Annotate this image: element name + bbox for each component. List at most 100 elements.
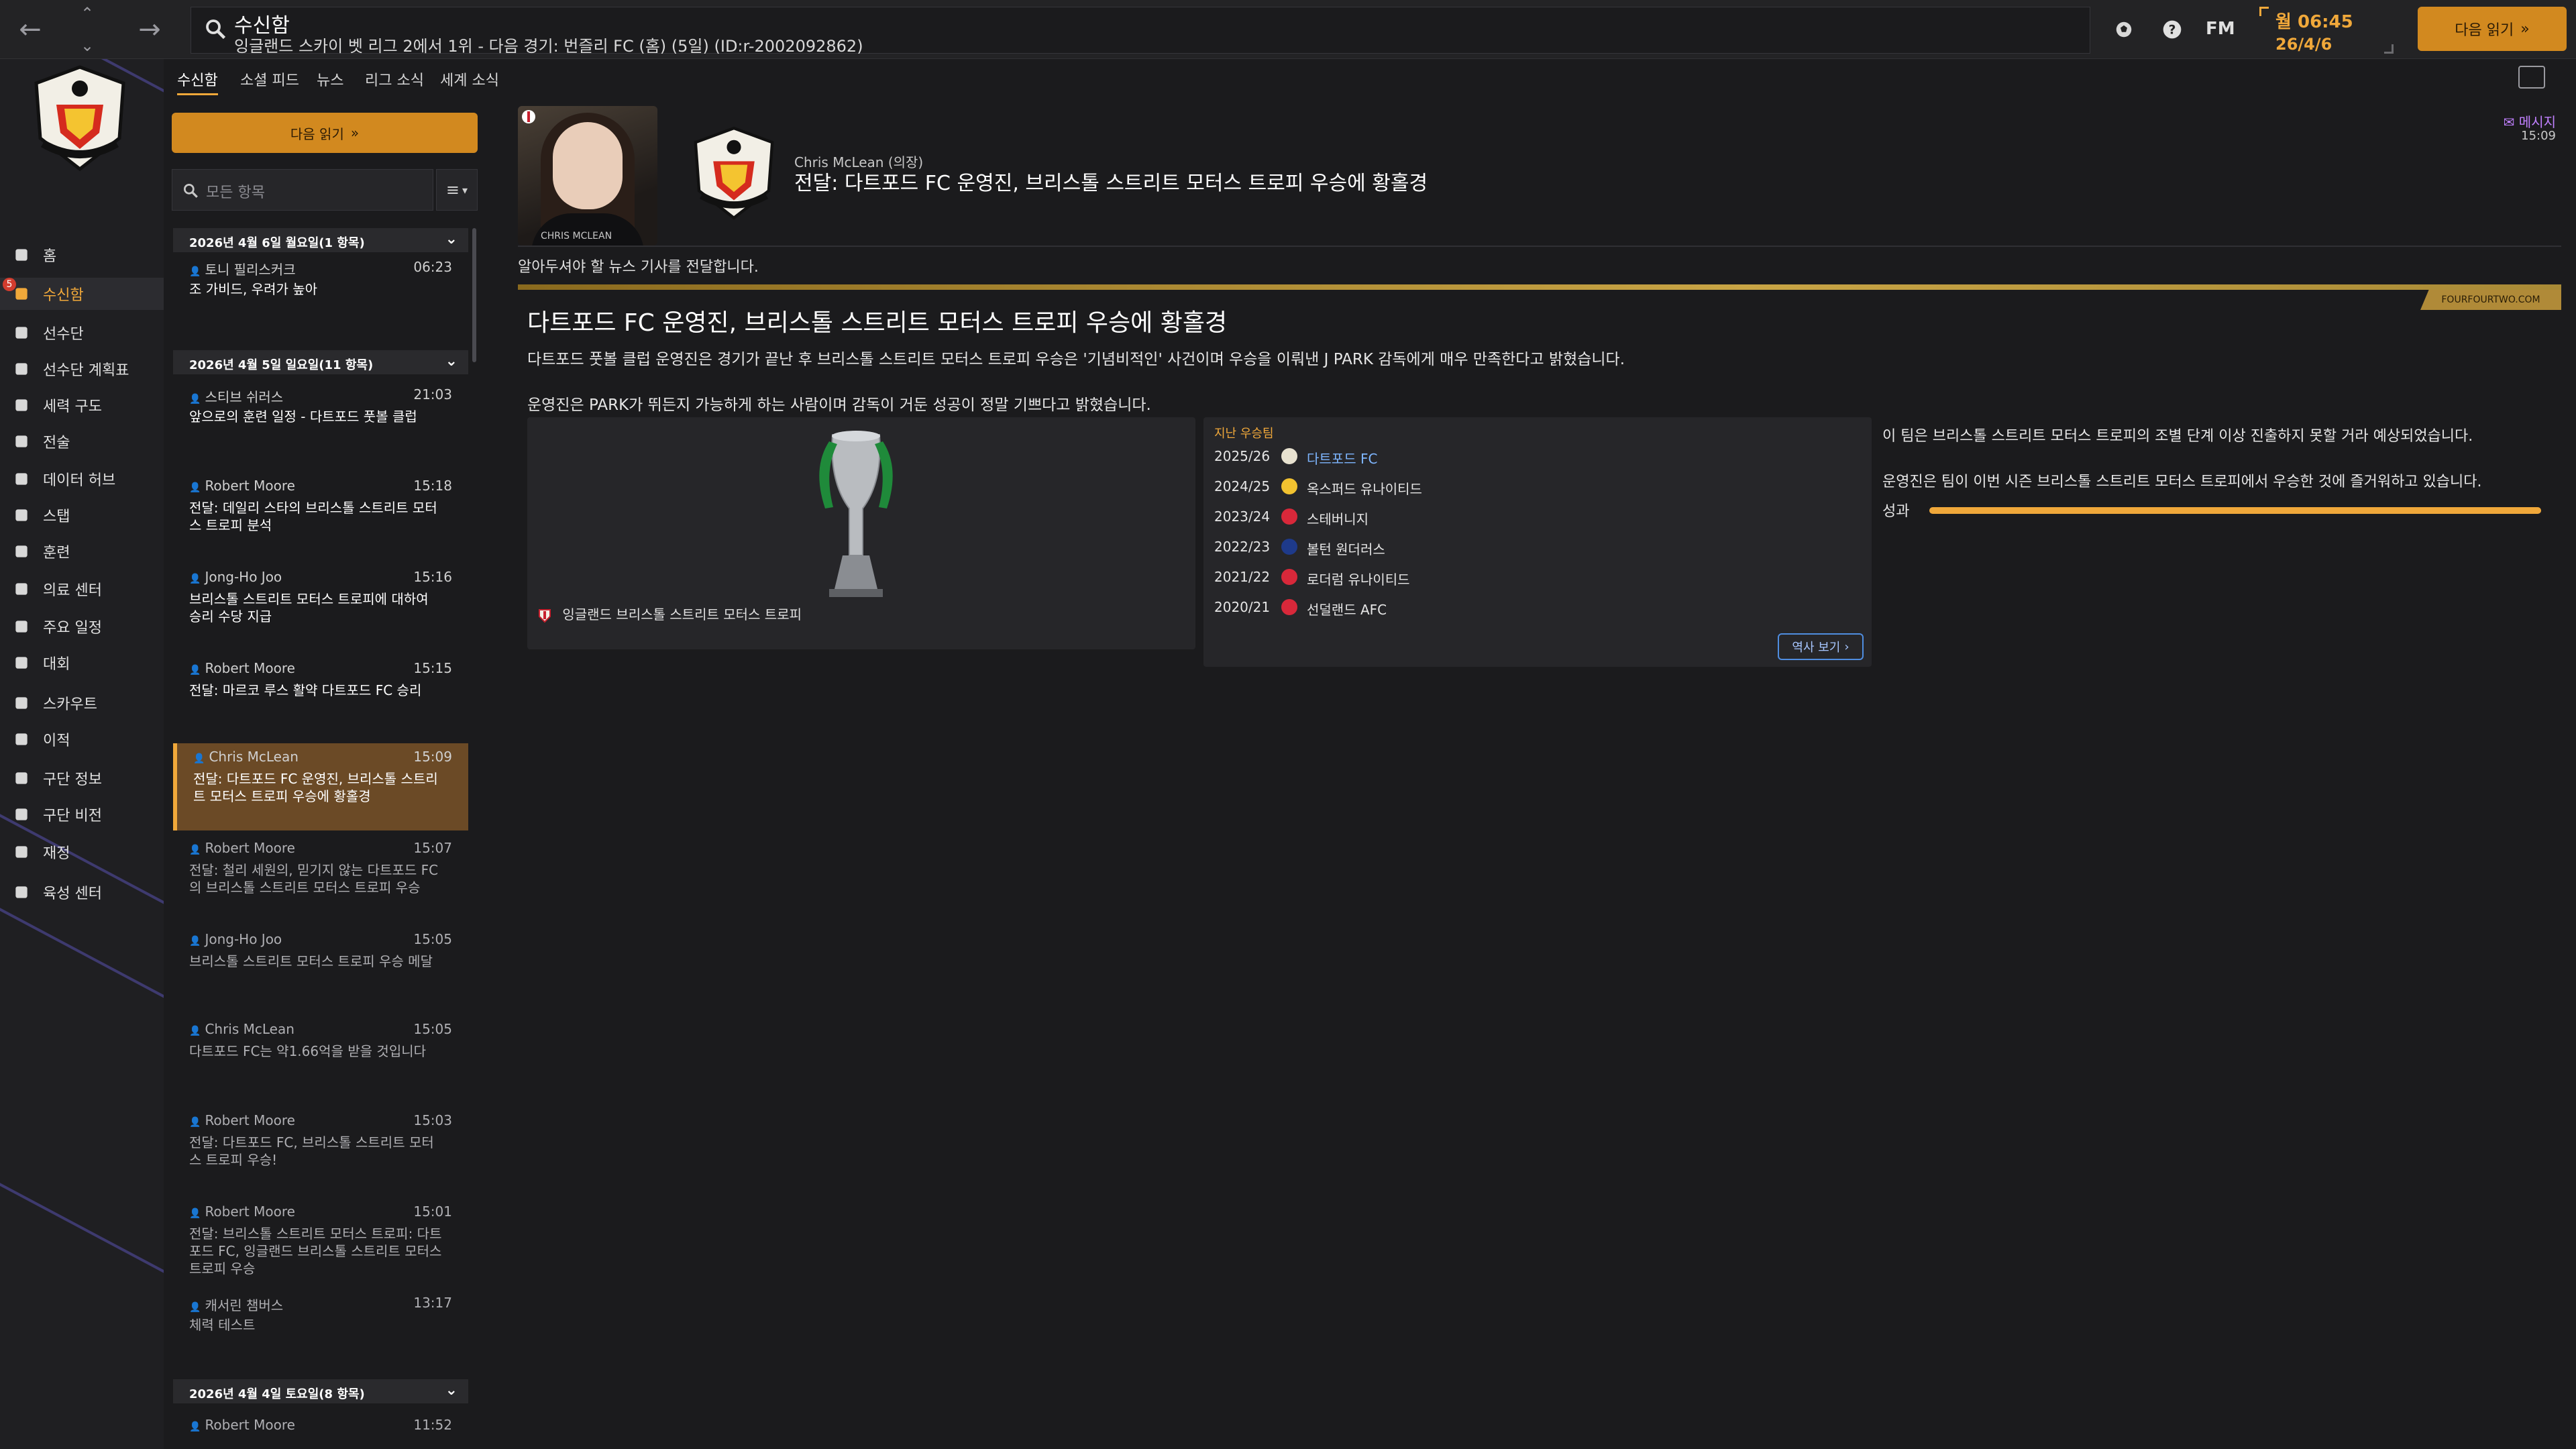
- back-arrow-icon[interactable]: ←: [0, 0, 60, 59]
- chevron-down-icon[interactable]: ⌄: [80, 36, 94, 55]
- sidebar-item-data-hub[interactable]: 데이터 허브: [0, 463, 164, 495]
- chevron-up-icon[interactable]: ⌃: [80, 4, 94, 23]
- sidebar-item-development[interactable]: 육성 센터: [0, 876, 164, 908]
- inbox-message-item[interactable]: Robert Moore 15:07 전달: 철리 세원의, 믿기지 않는 다트포드…: [173, 835, 468, 922]
- inbox-message-item[interactable]: Jong-Ho Joo 15:05 브리스톨 스트리트 모터스 트로피 우승 메달: [173, 926, 468, 1013]
- inbox-day-header[interactable]: 2026년 4월 6일 월요일(1 항목) ⌄: [173, 228, 468, 252]
- club-crest-icon[interactable]: [1281, 478, 1297, 494]
- winner-team[interactable]: 선덜랜드 AFC: [1307, 599, 1387, 619]
- club-crest-icon[interactable]: [1281, 569, 1297, 585]
- inbox-scrollbar[interactable]: [472, 228, 476, 362]
- filter-input[interactable]: 모든 항목: [172, 169, 433, 211]
- search-icon: [183, 183, 198, 198]
- trophy-caption[interactable]: 잉글랜드 브리스톨 스트리트 모터스 트로피: [538, 604, 802, 623]
- inbox-message-item[interactable]: Robert Moore 15:01 전달: 브리스톨 스트리트 모터스 트로피: …: [173, 1198, 468, 1285]
- development-icon: [11, 881, 32, 903]
- forward-arrow-icon[interactable]: →: [119, 0, 180, 59]
- club-crest-icon[interactable]: [30, 64, 130, 172]
- sidebar-item-inbox[interactable]: 수신함 5: [0, 278, 164, 310]
- sidebar-item-trophy[interactable]: 대회: [0, 647, 164, 679]
- tab-news[interactable]: 뉴스: [317, 64, 343, 95]
- view-history-button[interactable]: 역사 보기 ›: [1778, 633, 1864, 660]
- help-icon[interactable]: ?: [2157, 15, 2187, 44]
- inbox-message-item[interactable]: 캐서린 챔버스 13:17 체력 테스트: [173, 1289, 468, 1377]
- inbox-message-item[interactable]: Jong-Ho Joo 15:16 브리스톨 스트리트 모터스 트로피에 대하여 승…: [173, 564, 468, 651]
- continue-button[interactable]: 다음 읽기 »: [2418, 7, 2567, 51]
- message-sender: 캐서린 챔버스: [189, 1295, 283, 1314]
- winner-team[interactable]: 스테버니지: [1307, 508, 1368, 528]
- sidebar-item-vision[interactable]: 구단 비전: [0, 798, 164, 830]
- sidebar-item-label: 구단 정보: [43, 771, 102, 788]
- club-crest-icon[interactable]: [690, 123, 778, 223]
- message-time: 15:05: [413, 1021, 452, 1037]
- trophy-icon[interactable]: [802, 428, 910, 602]
- message-sender: Robert Moore: [189, 660, 294, 676]
- inbox-message-item[interactable]: Robert Moore 11:52: [173, 1411, 468, 1449]
- past-winners-card: 지난 우승팀 2025/26 다트포드 FC 2024/25 옥스퍼드 유나이티드 20…: [1203, 417, 1872, 667]
- game-date: 26/4/6: [2275, 35, 2332, 54]
- chevron-down-icon: ⌄: [445, 353, 458, 370]
- message-sender: Chris McLean: [189, 1021, 294, 1037]
- past-winner-row: 2024/25 옥스퍼드 유나이티드: [1214, 474, 1858, 501]
- history-nav: ⌃ ⌄: [72, 4, 102, 55]
- winner-team[interactable]: 로더럼 유나이티드: [1307, 569, 1410, 588]
- fm-logo[interactable]: FM: [2206, 19, 2235, 39]
- message-time: 06:23: [413, 259, 452, 275]
- inbox-message-item[interactable]: Chris McLean 15:05 다트포드 FC는 약1.66억을 받을 것입니…: [173, 1016, 468, 1103]
- search-icon: [206, 19, 226, 40]
- sidebar-item-label: 홈: [43, 248, 57, 265]
- inbox-day-header[interactable]: 2026년 4월 4일 토요일(8 항목) ⌄: [173, 1379, 468, 1403]
- sidebar-item-clipboard[interactable]: 선수단 계획표: [0, 353, 164, 385]
- inbox-message-item[interactable]: Robert Moore 15:03 전달: 다트포드 FC, 브리스톨 스트리트 …: [173, 1107, 468, 1194]
- club-crest-icon[interactable]: [1281, 508, 1297, 525]
- fullscreen-icon[interactable]: [2518, 66, 2545, 89]
- game-date-time[interactable]: 월 06:45 26/4/6: [2259, 7, 2394, 54]
- sidebar-item-medical[interactable]: 의료 센터: [0, 573, 164, 605]
- winner-team[interactable]: 볼턴 원더러스: [1307, 539, 1385, 558]
- article-source: FOURFOURTWO.COM: [2420, 290, 2561, 310]
- sidebar-item-calendar[interactable]: 주요 일정: [0, 610, 164, 643]
- tab-league-news[interactable]: 리그 소식: [365, 64, 424, 95]
- sidebar-item-scout[interactable]: 스카우트: [0, 687, 164, 719]
- winner-season: 2020/21: [1214, 599, 1271, 615]
- sender-avatar[interactable]: CHRIS MCLEAN: [518, 106, 657, 246]
- message-time: 21:03: [413, 386, 452, 402]
- sidebar-item-finance[interactable]: 재정: [0, 836, 164, 868]
- club-crest-icon[interactable]: [1281, 599, 1297, 615]
- tab-world-news[interactable]: 세계 소식: [440, 64, 499, 95]
- chevron-right-icon: ›: [1844, 639, 1849, 654]
- chevron-down-icon: ⌄: [445, 231, 458, 248]
- sidebar-item-dynamics[interactable]: 세력 구도: [0, 389, 164, 421]
- inbox-day-header[interactable]: 2026년 4월 5일 일요일(11 항목) ⌄: [173, 350, 468, 374]
- squad-icon: [11, 322, 32, 343]
- continue-reading-button[interactable]: 다음 읽기 »: [172, 113, 478, 153]
- sidebar-item-home[interactable]: 홈: [0, 239, 164, 271]
- sidebar-item-club-info[interactable]: 구단 정보: [0, 762, 164, 794]
- breadcrumb-search[interactable]: 수신함 잉글랜드 스카이 벳 리그 2에서 1위 - 다음 경기: 번즐리 FC…: [191, 7, 2090, 56]
- filter-menu-button[interactable]: ≡ ▾: [436, 169, 478, 211]
- sidebar-item-transfer[interactable]: 이적: [0, 723, 164, 755]
- sidebar-item-squad[interactable]: 선수단: [0, 317, 164, 349]
- inbox-message-item[interactable]: Robert Moore 15:15 전달: 마르코 루스 활약 다트포드 FC 승…: [173, 655, 468, 742]
- message-subject: 브리스톨 스트리트 모터스 트로피 우승 메달: [189, 953, 433, 969]
- message-time: 15:09: [413, 749, 452, 765]
- winner-team[interactable]: 다트포드 FC: [1307, 448, 1377, 468]
- inbox-message-item[interactable]: Robert Moore 15:18 전달: 데일리 스타의 브리스톨 스트리트 모…: [173, 472, 468, 559]
- tab-inbox[interactable]: 수신함: [177, 64, 218, 95]
- football-icon[interactable]: [2109, 15, 2139, 44]
- prediction-panel: 이 팀은 브리스톨 스트리트 모터스 트로피의 조별 단계 이상 진출하지 못할…: [1882, 417, 2561, 538]
- club-crest-icon[interactable]: [1281, 448, 1297, 464]
- winner-team[interactable]: 옥스퍼드 유나이티드: [1307, 478, 1422, 498]
- inbox-message-item[interactable]: 스티브 쉬러스 21:03 앞으로의 훈련 일정 - 다트포드 풋볼 클럽: [173, 381, 468, 468]
- sidebar-item-training[interactable]: 훈련: [0, 535, 164, 568]
- sidebar-item-staff[interactable]: 스탭: [0, 499, 164, 531]
- inbox-message-item[interactable]: Chris McLean 15:09 전달: 다트포드 FC 운영진, 브리스톨 스…: [173, 743, 468, 830]
- inbox-message-item[interactable]: 토니 필리스커크 06:23 조 가비드, 우려가 높아: [173, 254, 468, 341]
- prediction-text: 이 팀은 브리스톨 스트리트 모터스 트로피의 조별 단계 이상 진출하지 못할…: [1882, 428, 2473, 445]
- message-sender: Robert Moore: [189, 1112, 294, 1128]
- avatar-caption: CHRIS MCLEAN: [541, 231, 612, 241]
- sidebar-item-tactics[interactable]: 전술: [0, 425, 164, 458]
- club-crest-icon[interactable]: [1281, 539, 1297, 555]
- winner-season: 2024/25: [1214, 478, 1271, 494]
- tab-social-feed[interactable]: 소셜 피드: [240, 64, 299, 95]
